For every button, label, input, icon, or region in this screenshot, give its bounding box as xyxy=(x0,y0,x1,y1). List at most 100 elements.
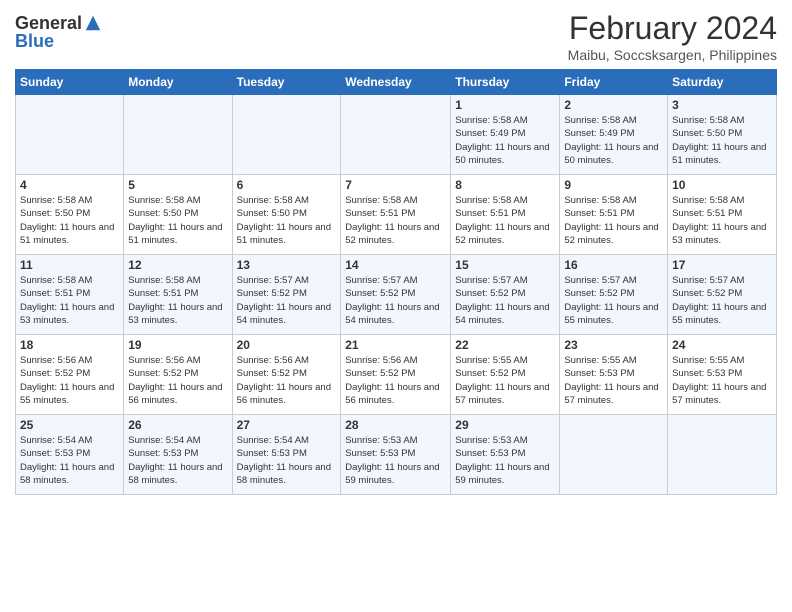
calendar-header-cell: Sunday xyxy=(16,70,124,95)
day-info: Sunrise: 5:56 AMSunset: 5:52 PMDaylight:… xyxy=(128,354,227,407)
calendar-week-row: 18 Sunrise: 5:56 AMSunset: 5:52 PMDayligh… xyxy=(16,335,777,415)
day-info: Sunrise: 5:58 AMSunset: 5:50 PMDaylight:… xyxy=(20,194,119,247)
calendar-day-cell: 14 Sunrise: 5:57 AMSunset: 5:52 PMDayligh… xyxy=(341,255,451,335)
day-number: 25 xyxy=(20,418,119,432)
day-info: Sunrise: 5:58 AMSunset: 5:51 PMDaylight:… xyxy=(672,194,772,247)
calendar-header-cell: Monday xyxy=(124,70,232,95)
calendar-day-cell: 23 Sunrise: 5:55 AMSunset: 5:53 PMDayligh… xyxy=(560,335,668,415)
day-number: 23 xyxy=(564,338,663,352)
day-info: Sunrise: 5:58 AMSunset: 5:50 PMDaylight:… xyxy=(128,194,227,247)
calendar-day-cell: 7 Sunrise: 5:58 AMSunset: 5:51 PMDaylight… xyxy=(341,175,451,255)
day-number: 8 xyxy=(455,178,555,192)
day-info: Sunrise: 5:58 AMSunset: 5:49 PMDaylight:… xyxy=(455,114,555,167)
day-number: 15 xyxy=(455,258,555,272)
day-number: 12 xyxy=(128,258,227,272)
day-info: Sunrise: 5:53 AMSunset: 5:53 PMDaylight:… xyxy=(455,434,555,487)
day-info: Sunrise: 5:54 AMSunset: 5:53 PMDaylight:… xyxy=(128,434,227,487)
day-info: Sunrise: 5:55 AMSunset: 5:53 PMDaylight:… xyxy=(564,354,663,407)
day-number: 27 xyxy=(237,418,337,432)
day-number: 3 xyxy=(672,98,772,112)
month-title: February 2024 xyxy=(568,10,777,47)
calendar-body: 1 Sunrise: 5:58 AMSunset: 5:49 PMDaylight… xyxy=(16,95,777,495)
logo-icon xyxy=(84,14,102,32)
day-number: 22 xyxy=(455,338,555,352)
day-info: Sunrise: 5:55 AMSunset: 5:52 PMDaylight:… xyxy=(455,354,555,407)
calendar-day-cell: 11 Sunrise: 5:58 AMSunset: 5:51 PMDayligh… xyxy=(16,255,124,335)
calendar-day-cell: 16 Sunrise: 5:57 AMSunset: 5:52 PMDayligh… xyxy=(560,255,668,335)
day-number: 6 xyxy=(237,178,337,192)
calendar-table: SundayMondayTuesdayWednesdayThursdayFrid… xyxy=(15,69,777,495)
calendar-day-cell: 28 Sunrise: 5:53 AMSunset: 5:53 PMDayligh… xyxy=(341,415,451,495)
calendar-day-cell: 20 Sunrise: 5:56 AMSunset: 5:52 PMDayligh… xyxy=(232,335,341,415)
day-info: Sunrise: 5:58 AMSunset: 5:50 PMDaylight:… xyxy=(237,194,337,247)
calendar-day-cell: 19 Sunrise: 5:56 AMSunset: 5:52 PMDayligh… xyxy=(124,335,232,415)
day-info: Sunrise: 5:53 AMSunset: 5:53 PMDaylight:… xyxy=(345,434,446,487)
day-number: 10 xyxy=(672,178,772,192)
calendar-day-cell: 25 Sunrise: 5:54 AMSunset: 5:53 PMDayligh… xyxy=(16,415,124,495)
day-info: Sunrise: 5:56 AMSunset: 5:52 PMDaylight:… xyxy=(237,354,337,407)
logo-blue-text: Blue xyxy=(15,32,54,50)
calendar-day-cell: 10 Sunrise: 5:58 AMSunset: 5:51 PMDayligh… xyxy=(668,175,777,255)
calendar-day-cell: 24Sunrise: 5:55 AMSunset: 5:53 PMDayligh… xyxy=(668,335,777,415)
calendar-header-cell: Thursday xyxy=(451,70,560,95)
location-title: Maibu, Soccsksargen, Philippines xyxy=(568,47,777,63)
day-info: Sunrise: 5:58 AMSunset: 5:50 PMDaylight:… xyxy=(672,114,772,167)
calendar-day-cell: 2Sunrise: 5:58 AMSunset: 5:49 PMDaylight… xyxy=(560,95,668,175)
day-number: 21 xyxy=(345,338,446,352)
calendar-day-cell: 4 Sunrise: 5:58 AMSunset: 5:50 PMDaylight… xyxy=(16,175,124,255)
calendar-header-cell: Saturday xyxy=(668,70,777,95)
day-number: 2 xyxy=(564,98,663,112)
day-info: Sunrise: 5:58 AMSunset: 5:51 PMDaylight:… xyxy=(345,194,446,247)
calendar-day-cell: 12 Sunrise: 5:58 AMSunset: 5:51 PMDayligh… xyxy=(124,255,232,335)
day-info: Sunrise: 5:55 AMSunset: 5:53 PMDaylight:… xyxy=(672,354,772,407)
calendar-day-cell xyxy=(668,415,777,495)
day-number: 1 xyxy=(455,98,555,112)
day-info: Sunrise: 5:54 AMSunset: 5:53 PMDaylight:… xyxy=(20,434,119,487)
day-number: 5 xyxy=(128,178,227,192)
day-number: 29 xyxy=(455,418,555,432)
day-number: 19 xyxy=(128,338,227,352)
logo-general-text: General xyxy=(15,14,82,32)
day-info: Sunrise: 5:58 AMSunset: 5:51 PMDaylight:… xyxy=(564,194,663,247)
day-info: Sunrise: 5:57 AMSunset: 5:52 PMDaylight:… xyxy=(237,274,337,327)
calendar-day-cell: 22 Sunrise: 5:55 AMSunset: 5:52 PMDayligh… xyxy=(451,335,560,415)
day-info: Sunrise: 5:57 AMSunset: 5:52 PMDaylight:… xyxy=(564,274,663,327)
day-number: 11 xyxy=(20,258,119,272)
title-area: February 2024 Maibu, Soccsksargen, Phili… xyxy=(568,10,777,63)
day-info: Sunrise: 5:57 AMSunset: 5:52 PMDaylight:… xyxy=(345,274,446,327)
calendar-day-cell xyxy=(232,95,341,175)
day-number: 18 xyxy=(20,338,119,352)
calendar-day-cell: 15Sunrise: 5:57 AMSunset: 5:52 PMDayligh… xyxy=(451,255,560,335)
day-info: Sunrise: 5:58 AMSunset: 5:51 PMDaylight:… xyxy=(128,274,227,327)
calendar-day-cell xyxy=(16,95,124,175)
calendar-day-cell: 1 Sunrise: 5:58 AMSunset: 5:49 PMDaylight… xyxy=(451,95,560,175)
day-info: Sunrise: 5:54 AMSunset: 5:53 PMDaylight:… xyxy=(237,434,337,487)
calendar-header-cell: Tuesday xyxy=(232,70,341,95)
page-header: General Blue February 2024 Maibu, Soccsk… xyxy=(15,10,777,63)
calendar-week-row: 4 Sunrise: 5:58 AMSunset: 5:50 PMDaylight… xyxy=(16,175,777,255)
day-number: 20 xyxy=(237,338,337,352)
day-number: 13 xyxy=(237,258,337,272)
calendar-day-cell xyxy=(341,95,451,175)
calendar-header-cell: Friday xyxy=(560,70,668,95)
day-info: Sunrise: 5:57 AMSunset: 5:52 PMDaylight:… xyxy=(672,274,772,327)
calendar-day-cell: 27 Sunrise: 5:54 AMSunset: 5:53 PMDayligh… xyxy=(232,415,341,495)
day-info: Sunrise: 5:58 AMSunset: 5:51 PMDaylight:… xyxy=(20,274,119,327)
day-number: 17 xyxy=(672,258,772,272)
calendar-week-row: 11 Sunrise: 5:58 AMSunset: 5:51 PMDayligh… xyxy=(16,255,777,335)
calendar-week-row: 1 Sunrise: 5:58 AMSunset: 5:49 PMDaylight… xyxy=(16,95,777,175)
calendar-day-cell: 26Sunrise: 5:54 AMSunset: 5:53 PMDayligh… xyxy=(124,415,232,495)
day-number: 14 xyxy=(345,258,446,272)
calendar-day-cell: 8 Sunrise: 5:58 AMSunset: 5:51 PMDaylight… xyxy=(451,175,560,255)
logo: General Blue xyxy=(15,10,102,50)
day-info: Sunrise: 5:58 AMSunset: 5:51 PMDaylight:… xyxy=(455,194,555,247)
day-number: 28 xyxy=(345,418,446,432)
calendar-day-cell: 17 Sunrise: 5:57 AMSunset: 5:52 PMDayligh… xyxy=(668,255,777,335)
calendar-header-row: SundayMondayTuesdayWednesdayThursdayFrid… xyxy=(16,70,777,95)
day-number: 7 xyxy=(345,178,446,192)
calendar-day-cell: 3 Sunrise: 5:58 AMSunset: 5:50 PMDaylight… xyxy=(668,95,777,175)
day-number: 4 xyxy=(20,178,119,192)
calendar-day-cell: 21Sunrise: 5:56 AMSunset: 5:52 PMDayligh… xyxy=(341,335,451,415)
calendar-day-cell: 29 Sunrise: 5:53 AMSunset: 5:53 PMDayligh… xyxy=(451,415,560,495)
day-number: 16 xyxy=(564,258,663,272)
